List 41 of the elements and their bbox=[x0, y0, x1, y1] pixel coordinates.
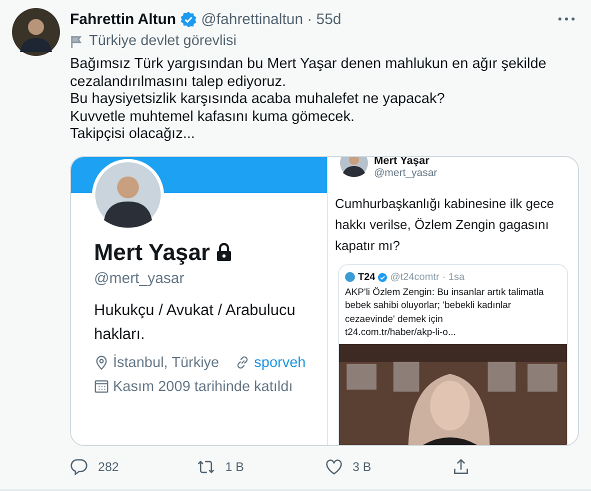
profile-bio-line: Hukukçu / Avukat / Arabulucu bbox=[94, 300, 296, 321]
tweet-text-line: Kuvvetle muhtemel kafasını kuma gömecek. bbox=[70, 108, 356, 126]
reply-icon[interactable] bbox=[70, 458, 88, 476]
quote-text-line: kapatır mı? bbox=[335, 236, 402, 255]
tweet-text-line: Bu haysiyetsizlik karşısında acaba muhalefet ne yapacak? bbox=[70, 91, 446, 109]
action-count: 282 bbox=[98, 460, 119, 474]
calendar-icon bbox=[94, 379, 109, 394]
account-label: Türkiye devlet görevlisi bbox=[89, 33, 236, 49]
post-time[interactable]: · 55d bbox=[307, 10, 342, 28]
source-logo-icon bbox=[345, 272, 355, 282]
link-icon bbox=[235, 355, 250, 370]
location-icon bbox=[94, 355, 109, 370]
card-time: · 1sa bbox=[442, 272, 465, 283]
quote-text-line: Cumhurbaşkanlığı kabinesine ilk gece bbox=[335, 194, 555, 213]
avatar[interactable] bbox=[12, 8, 60, 56]
flag-icon bbox=[70, 34, 83, 48]
author-name[interactable]: Fahrettin Altun bbox=[70, 10, 176, 28]
tweet-text-line: Takipçisi olacağız... bbox=[70, 126, 196, 144]
more-icon[interactable] bbox=[558, 17, 575, 21]
heart-icon[interactable] bbox=[324, 458, 342, 476]
profile-name: Mert Yaşar bbox=[94, 238, 210, 266]
action-count: 1 B bbox=[225, 460, 244, 474]
tweet-text-line: Bağımsız Türk yargısından bu Mert Yaşar denen mahlukun en ağır şekilde bbox=[70, 56, 548, 74]
card-text-line: bebek sahibi oluyorlar; 'bebekli kadınlar bbox=[345, 299, 512, 313]
card-source-name: T24 bbox=[358, 272, 376, 283]
profile-joined: Kasım 2009 tarihinde katıldı bbox=[113, 378, 293, 395]
quote-avatar bbox=[340, 156, 368, 177]
quote-text-line: hakkı verilse, Özlem Zengin gagasını bbox=[335, 216, 550, 234]
profile-handle: @mert_yasar bbox=[94, 270, 186, 287]
card-text-line: t24.com.tr/haber/akp-li-o... bbox=[345, 326, 457, 340]
profile-link[interactable]: sporveh bbox=[254, 354, 306, 371]
card-text-line: AKP'li Özlem Zengin: Bu insanlar artık talimatla bbox=[345, 286, 545, 300]
quote-author-handle: @mert_yasar bbox=[374, 166, 438, 179]
profile-location: İstanbul, Türkiye bbox=[113, 354, 220, 371]
card-text-line: cezaevinde' demek için bbox=[345, 312, 444, 326]
card-source-handle: @t24comtr bbox=[390, 272, 440, 283]
profile-bio-line: hakları. bbox=[94, 324, 146, 345]
tweet-text-line: cezalandırılmasını talep ediyoruz. bbox=[70, 74, 287, 92]
author-handle[interactable]: @fahrettinaltun bbox=[201, 10, 304, 28]
action-count: 3 B bbox=[352, 460, 372, 474]
share-icon[interactable] bbox=[452, 458, 470, 476]
